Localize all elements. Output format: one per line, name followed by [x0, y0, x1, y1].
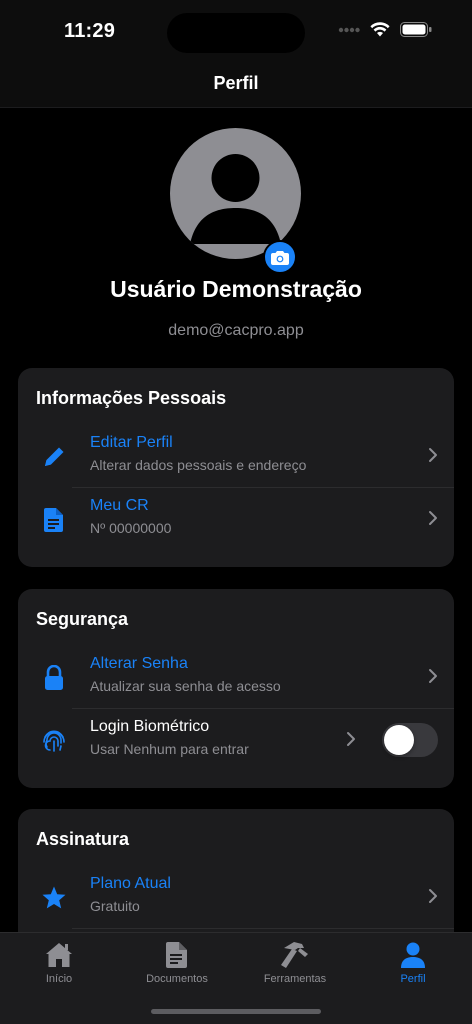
card-title-personal: Informações Pessoais: [36, 388, 227, 408]
fingerprint-icon: [40, 727, 68, 755]
lock-icon: [40, 664, 68, 692]
row-subtitle: Gratuito: [90, 898, 140, 914]
battery-icon: [400, 22, 432, 37]
my-cr-row[interactable]: Meu CR Nº 00000000: [18, 488, 454, 550]
row-subtitle: Atualizar sua senha de acesso: [90, 678, 281, 694]
hammer-icon: [281, 942, 308, 968]
personal-info-card: Informações Pessoais Editar Perfil Alter…: [18, 368, 454, 567]
person-icon: [401, 942, 425, 968]
wifi-icon: [370, 22, 390, 37]
row-subtitle: Usar Nenhum para entrar: [90, 741, 249, 757]
pencil-icon: [40, 443, 68, 471]
tab-inicio[interactable]: Início: [0, 939, 118, 999]
chevron-right-icon: [429, 448, 437, 462]
status-bar: 11:29: [0, 0, 472, 62]
row-title: Meu CR: [90, 497, 149, 514]
status-time: 11:29: [64, 20, 116, 42]
profile-email: demo@cacpro.app: [168, 322, 304, 339]
row-title: Alterar Senha: [90, 655, 188, 672]
edit-profile-row[interactable]: Editar Perfil Alterar dados pessoais e e…: [18, 425, 454, 487]
subscription-card: Assinatura Plano Atual Gratuito: [18, 809, 454, 932]
navigation-bar: Perfil: [0, 62, 472, 108]
chevron-right-icon: [429, 669, 437, 683]
profile-scroll-content[interactable]: Usuário Demonstração demo@cacpro.app Inf…: [0, 108, 472, 932]
current-plan-row[interactable]: Plano Atual Gratuito: [18, 866, 454, 928]
tab-label: Início: [45, 973, 73, 985]
page-title: Perfil: [213, 73, 259, 93]
change-password-row[interactable]: Alterar Senha Atualizar sua senha de ace…: [18, 646, 454, 708]
toggle-knob: [384, 725, 414, 755]
chevron-right-icon: [347, 732, 355, 746]
profile-name: Usuário Demonstração: [110, 276, 362, 302]
doc-icon: [166, 942, 187, 968]
tab-ferramentas[interactable]: Ferramentas: [236, 939, 354, 999]
row-title: Editar Perfil: [90, 434, 173, 451]
tab-label: Ferramentas: [263, 973, 327, 985]
row-title: Plano Atual: [90, 875, 171, 892]
home-indicator[interactable]: [151, 1009, 321, 1014]
row-subtitle: Alterar dados pessoais e endereço: [90, 457, 307, 473]
tab-perfil[interactable]: Perfil: [354, 939, 472, 999]
status-icons: [338, 22, 432, 37]
camera-icon: [271, 250, 289, 265]
chevron-right-icon: [429, 511, 437, 525]
tab-documentos[interactable]: Documentos: [118, 939, 236, 999]
avatar-container[interactable]: [170, 128, 301, 274]
biometric-login-row[interactable]: Login Biométrico Usar Nenhum para entrar: [18, 709, 454, 771]
document-icon: [40, 506, 68, 534]
tab-label: Perfil: [400, 973, 426, 985]
card-title-subscription: Assinatura: [36, 829, 130, 849]
star-icon: [40, 884, 68, 912]
chevron-right-icon: [429, 889, 437, 903]
security-card: Segurança Alterar Senha Atualizar sua se…: [18, 589, 454, 788]
house-icon: [46, 943, 72, 967]
card-title-security: Segurança: [36, 609, 129, 629]
row-divider: [72, 928, 454, 929]
row-subtitle: Nº 00000000: [90, 520, 172, 536]
tab-label: Documentos: [146, 973, 208, 985]
cellular-signal-icon: [338, 27, 360, 32]
biometric-toggle[interactable]: [382, 723, 438, 757]
change-photo-button[interactable]: [263, 240, 297, 274]
dynamic-island: [167, 13, 305, 53]
row-title: Login Biométrico: [90, 718, 210, 735]
